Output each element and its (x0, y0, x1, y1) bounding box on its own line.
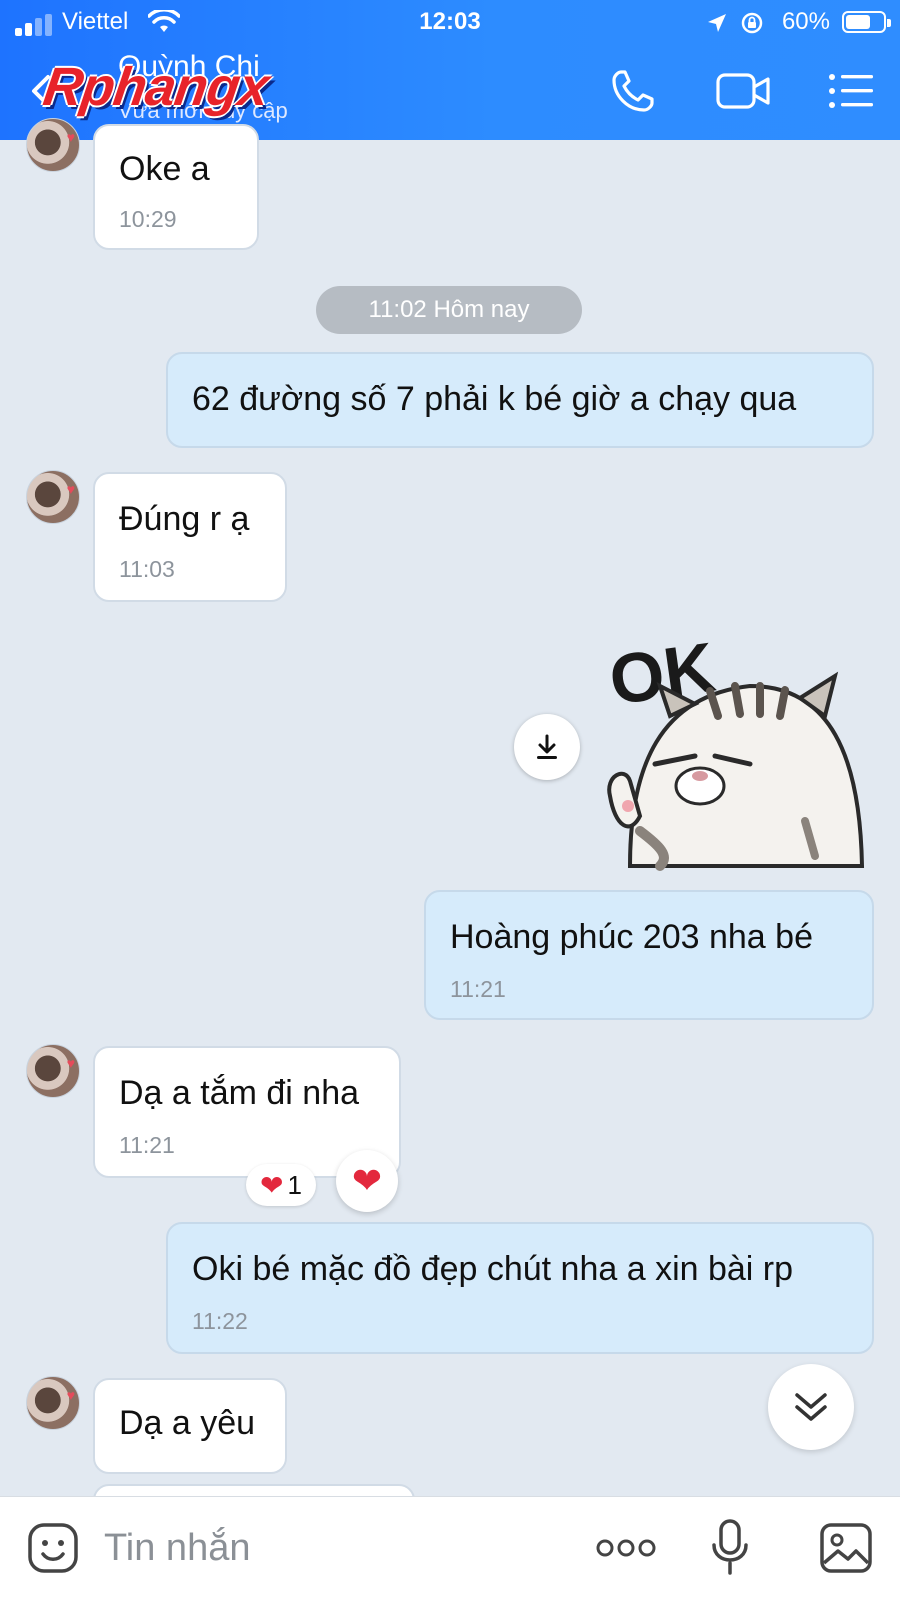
message-time: 11:21 (450, 976, 506, 1002)
message-bubble-outgoing[interactable]: Hoàng phúc 203 nha bé 11:21 (424, 890, 874, 1020)
avatar[interactable]: ♥ (26, 470, 80, 524)
message-bubble-incoming[interactable]: Dạ a yêu (93, 1378, 287, 1474)
day-separator: 11:02 Hôm nay (316, 286, 582, 334)
message-bubble-incoming[interactable]: Đúng r ạ 11:03 (93, 472, 287, 602)
composer-bar: Tin nhắn (0, 1496, 900, 1601)
chat-header: Viettel 12:03 60% Quỳnh Chi Vừa mới truy… (0, 0, 900, 140)
avatar[interactable]: ♥ (26, 118, 80, 172)
status-bar: Viettel 12:03 60% (0, 0, 900, 46)
message-input[interactable]: Tin nhắn (104, 1527, 250, 1570)
microphone-icon[interactable] (710, 1517, 750, 1577)
watermark-logo: Rphangx (39, 57, 273, 117)
menu-icon (829, 74, 873, 108)
battery-percentage: 60% (781, 8, 830, 35)
message-bubble-outgoing[interactable]: 62 đường số 7 phải k bé giờ a chạy qua (166, 352, 874, 448)
sticker-icon[interactable] (26, 1521, 80, 1575)
image-icon[interactable] (818, 1521, 874, 1575)
ok-cat-sticker[interactable]: OK (600, 616, 880, 886)
reaction-count: 1 (287, 1169, 302, 1200)
message-bubble-outgoing[interactable]: Oki bé mặc đồ đẹp chút nha a xin bài rp … (166, 1222, 874, 1354)
message-text: Hoàng phúc 203 nha bé (450, 918, 813, 956)
heart-icon: ❤ (260, 1169, 284, 1201)
react-button[interactable]: ❤ (336, 1150, 398, 1212)
message-text: Dạ a yêu (119, 1404, 256, 1442)
scroll-to-bottom-button[interactable] (768, 1364, 854, 1450)
location-icon (708, 14, 726, 32)
message-text: Oki bé mặc đồ đẹp chút nha a xin bài rp (192, 1250, 794, 1288)
message-time: 11:22 (192, 1308, 248, 1334)
message-time: 11:21 (119, 1132, 175, 1158)
message-text: Đúng r ạ (119, 500, 250, 538)
message-bubble-incoming[interactable]: Oke a 10:29 (93, 124, 259, 250)
battery-icon (842, 11, 891, 33)
video-call-button[interactable] (714, 66, 774, 116)
reaction-summary[interactable]: ❤ 1 (246, 1164, 316, 1206)
rotation-lock-icon (741, 12, 763, 34)
video-call-icon (716, 73, 770, 109)
status-time: 12:03 (419, 8, 481, 35)
message-text: 62 đường số 7 phải k bé giờ a chạy qua (192, 380, 797, 418)
download-icon (537, 734, 557, 759)
more-icon[interactable] (596, 1537, 656, 1559)
phone-icon (612, 70, 654, 112)
avatar[interactable]: ♥ (26, 1376, 80, 1430)
heart-icon: ❤ (351, 1160, 383, 1201)
phone-call-button[interactable] (606, 66, 660, 116)
avatar[interactable]: ♥ (26, 1044, 80, 1098)
message-time: 10:29 (119, 206, 177, 232)
message-text: Dạ a tắm đi nha (119, 1074, 360, 1112)
double-chevron-down-icon (795, 1393, 827, 1421)
message-text: Oke a (119, 150, 210, 188)
menu-button[interactable] (824, 66, 878, 116)
message-time: 11:03 (119, 556, 175, 582)
download-button[interactable] (514, 714, 580, 780)
